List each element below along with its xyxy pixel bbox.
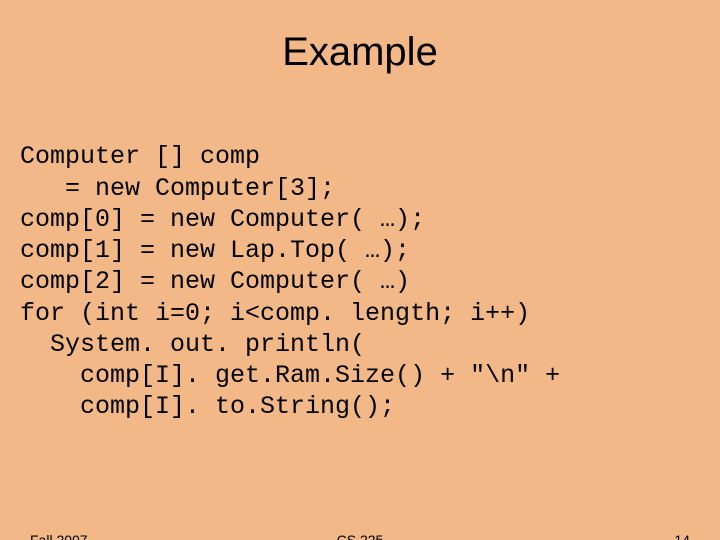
code-line: comp[1] = new Lap.Top( …); xyxy=(20,236,410,265)
code-block: Computer [] comp = new Computer[3]; comp… xyxy=(20,110,720,423)
code-line: comp[0] = new Computer( …); xyxy=(20,205,425,234)
code-line: comp[I]. to.String(); xyxy=(20,392,395,421)
code-line: System. out. println( xyxy=(20,330,365,359)
code-line: comp[I]. get.Ram.Size() + "\n" + xyxy=(20,361,560,390)
footer-page-number: 14 xyxy=(674,532,690,540)
code-line: Computer [] comp xyxy=(20,142,260,171)
code-line: = new Computer[3]; xyxy=(20,174,335,203)
slide-title: Example xyxy=(0,30,720,75)
code-line: for (int i=0; i<comp. length; i++) xyxy=(20,299,530,328)
footer-course: CS 225 xyxy=(0,532,720,540)
code-line: comp[2] = new Computer( …) xyxy=(20,267,410,296)
